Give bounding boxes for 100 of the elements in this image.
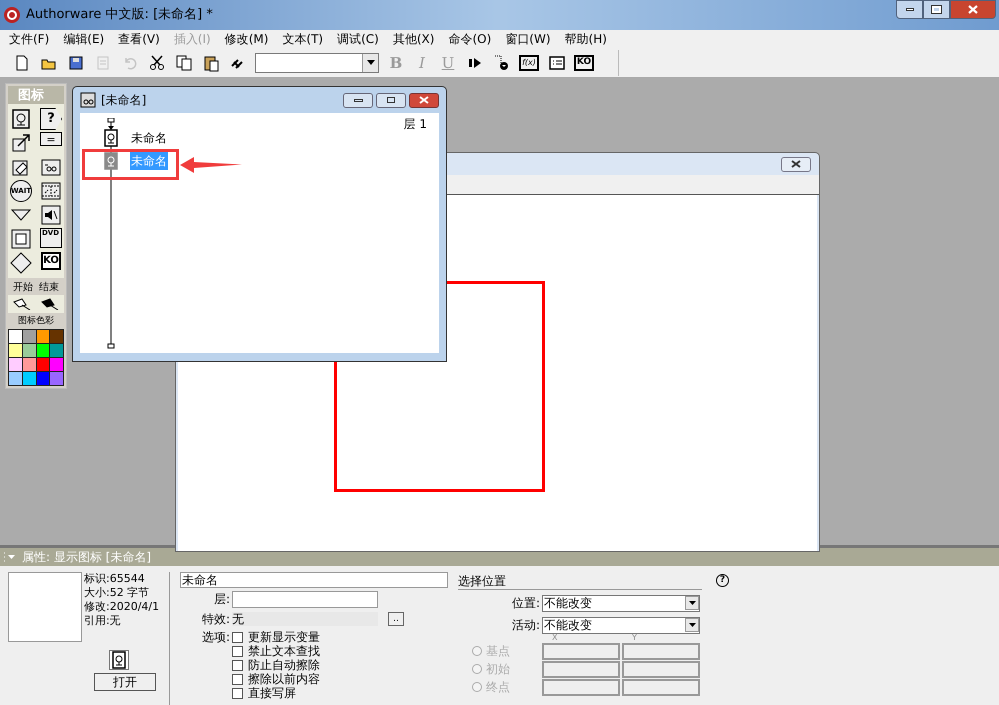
color-swatch[interactable] [36,330,50,342]
color-swatch[interactable] [9,358,22,370]
close-button[interactable] [409,92,439,108]
select-field[interactable]: 不能改变 [542,616,700,634]
copy-icon[interactable] [174,54,192,72]
section-title: 选择位置 [458,574,702,590]
maximize-button[interactable] [923,0,950,19]
menu-item[interactable]: 文件(F) [2,30,56,48]
radio-label: 初始 [486,661,510,678]
color-swatch[interactable] [50,344,63,356]
close-button[interactable] [950,0,996,19]
name-field[interactable]: 未命名 [180,572,448,588]
close-icon [791,160,801,168]
color-swatch[interactable] [22,358,36,370]
display-icon[interactable] [112,651,126,669]
radio-label: 终点 [486,679,510,696]
menu-item[interactable]: 其他(X) [386,30,442,48]
menu-item[interactable]: 命令(O) [441,30,498,48]
icon-info-text: 标识:65544 [84,572,146,586]
icon-info-text: 大小:52 字节 [84,586,150,600]
icon-info-text: 修改:2020/4/1 [84,600,160,614]
display-tool-icon[interactable] [10,108,32,130]
x-field[interactable] [542,678,620,696]
select-label: 活动: [510,617,541,634]
icon-info-text: 引用:无 [84,614,122,628]
trace-icon[interactable] [492,54,510,72]
color-swatch[interactable] [36,344,50,356]
knowledge-tool-icon[interactable]: KO [41,252,61,270]
close-icon [968,5,978,14]
menu-item[interactable]: 编辑(E) [56,30,112,48]
start-flag-icon[interactable] [13,298,31,310]
level-label: 层 1 [404,116,427,133]
diamond-tool-icon[interactable] [10,252,32,274]
clipboard-icon[interactable] [202,54,220,72]
color-swatch[interactable] [9,330,22,342]
minimize-button[interactable] [343,92,373,108]
minimize-button[interactable] [896,0,923,19]
color-swatch[interactable] [50,330,63,342]
color-swatch[interactable] [50,372,63,384]
effect-field: 无 [232,612,378,626]
menu-item[interactable]: 查看(V) [111,30,167,48]
color-swatch[interactable] [22,372,36,384]
knowledge-object-button[interactable]: KO [574,54,594,70]
color-swatch[interactable] [9,372,22,384]
flowline-icon-label[interactable]: 未命名 [130,129,168,147]
menu-item[interactable]: 修改(M) [218,30,276,48]
checkbox[interactable] [232,674,243,684]
x-field[interactable] [542,642,620,660]
list-icon[interactable] [548,54,566,72]
window-title: [未命名] [101,92,146,109]
panel-title: 属性: 显示图标 [未命名] [22,549,152,566]
checkbox[interactable] [232,660,243,670]
select-field[interactable]: 不能改变 [542,594,700,612]
interaction-tool-icon[interactable]: ? [40,108,62,130]
film-tool-icon[interactable] [40,180,62,202]
stacked-disks-icon[interactable] [66,54,84,72]
menu-item[interactable]: 帮助(H) [558,30,614,48]
maximize-button[interactable] [376,92,406,108]
layer-field[interactable] [232,590,378,608]
dropdown-arrow-icon [688,601,696,605]
y-label: Y [631,634,637,642]
color-swatch[interactable] [36,372,50,384]
dropdown-arrow-icon [688,623,696,627]
color-swatch[interactable] [22,330,36,342]
option-label: 擦除以前内容 [248,671,320,687]
effect-browse-button[interactable]: .. [388,612,404,626]
option-label: 直接写屏 [248,685,296,702]
calculation-tool-icon[interactable]: = [40,132,62,146]
y-field[interactable] [622,678,700,696]
open-button[interactable]: 打开 [94,673,156,691]
display-icon[interactable] [104,129,118,147]
framework-tool-icon[interactable] [10,228,32,250]
scissors-icon[interactable] [148,54,166,72]
colors-title: 图标色彩 [17,315,55,328]
color-swatch[interactable] [9,344,22,356]
checkbox[interactable] [232,632,243,642]
menu-item[interactable]: 调试(C) [330,30,386,48]
close-icon [419,96,429,104]
palette-title: 图标 [8,86,64,104]
end-flag-icon[interactable] [41,298,59,310]
checkbox[interactable] [232,688,243,698]
checkbox[interactable] [232,646,243,656]
map-window-icon [80,92,96,108]
option-label: 禁止文本查找 [248,643,320,659]
window-title: Authorware 中文版: [未命名] * [26,6,213,24]
x-field[interactable] [542,660,620,678]
dropdown-arrow-icon [366,60,374,65]
color-swatch[interactable] [36,358,50,370]
close-button[interactable] [781,156,811,172]
motion-tool-icon[interactable] [10,132,32,154]
font-dropdown[interactable] [255,52,379,72]
y-field[interactable] [622,660,700,678]
color-swatch[interactable] [22,344,36,356]
color-swatch[interactable] [50,358,63,370]
speaker-tool-icon[interactable] [40,204,62,226]
functions-button[interactable]: f(x) [519,54,539,70]
y-field[interactable] [622,642,700,660]
menu-item[interactable]: 文本(T) [275,30,330,48]
help-button[interactable]: ? [716,574,729,587]
menu-item[interactable]: 窗口(W) [498,30,558,48]
